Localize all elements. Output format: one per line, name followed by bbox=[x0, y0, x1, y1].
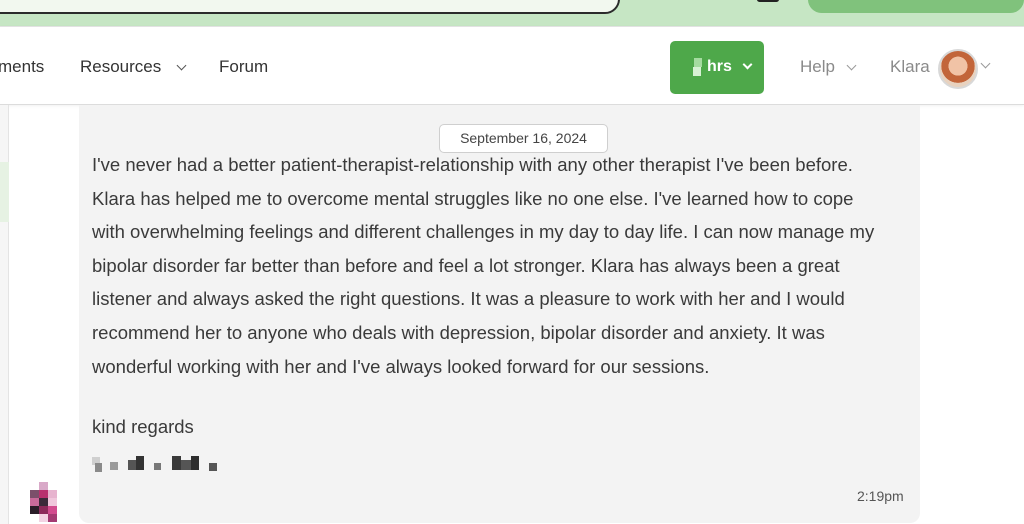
message-line: I've never had a better patient-therapis… bbox=[92, 154, 853, 175]
blurred-hours-count bbox=[693, 67, 701, 76]
browser-top-strip bbox=[0, 0, 1024, 26]
nav-item-label: Resources bbox=[80, 57, 162, 76]
blurred-hours-count bbox=[694, 58, 702, 67]
left-sidebar-active-item[interactable] bbox=[0, 162, 9, 222]
nav-item-label: Forum bbox=[219, 57, 269, 76]
message-line: Klara has helped me to overcome mental s… bbox=[92, 187, 854, 209]
chevron-down-icon bbox=[980, 58, 991, 69]
nav-item-appointments[interactable]: ments bbox=[0, 57, 44, 77]
message-closing: kind regards bbox=[92, 416, 194, 437]
message-line: with overwhelming feelings and different… bbox=[92, 221, 875, 243]
chevron-down-icon bbox=[846, 60, 857, 71]
top-search-field[interactable] bbox=[0, 0, 620, 14]
message-line: bipolar disorder far better than before … bbox=[92, 254, 840, 276]
hours-button-label: hrs bbox=[707, 58, 732, 75]
message-line: wonderful working with her and I've alwa… bbox=[92, 355, 710, 377]
sender-avatar bbox=[30, 482, 66, 522]
help-label: Help bbox=[800, 57, 835, 76]
user-name: Klara bbox=[890, 57, 930, 76]
message-line: listener and always asked the right ques… bbox=[92, 288, 845, 310]
nav-item-forum[interactable]: Forum bbox=[219, 57, 268, 77]
chevron-down-icon bbox=[176, 60, 187, 71]
top-action-pill[interactable] bbox=[808, 0, 1024, 13]
blurred-signature bbox=[92, 455, 222, 473]
user-menu-toggle[interactable] bbox=[980, 55, 991, 75]
nav-item-resources[interactable]: Resources bbox=[80, 57, 187, 77]
nav-item-label: ments bbox=[0, 57, 45, 76]
message-timestamp: 2:19pm bbox=[857, 488, 904, 504]
help-menu[interactable]: Help bbox=[800, 57, 857, 77]
message-body: I've never had a better patient-therapis… bbox=[92, 148, 914, 383]
top-indicator bbox=[757, 0, 779, 2]
hours-dropdown-button[interactable]: hrs bbox=[670, 41, 764, 94]
chevron-down-icon bbox=[742, 59, 753, 70]
main-navbar: ments Resources Forum hrs Help Klara bbox=[0, 26, 1024, 105]
user-avatar[interactable] bbox=[938, 49, 978, 89]
user-menu-name[interactable]: Klara bbox=[890, 57, 930, 77]
message-line: recommend her to anyone who deals with d… bbox=[92, 321, 825, 343]
